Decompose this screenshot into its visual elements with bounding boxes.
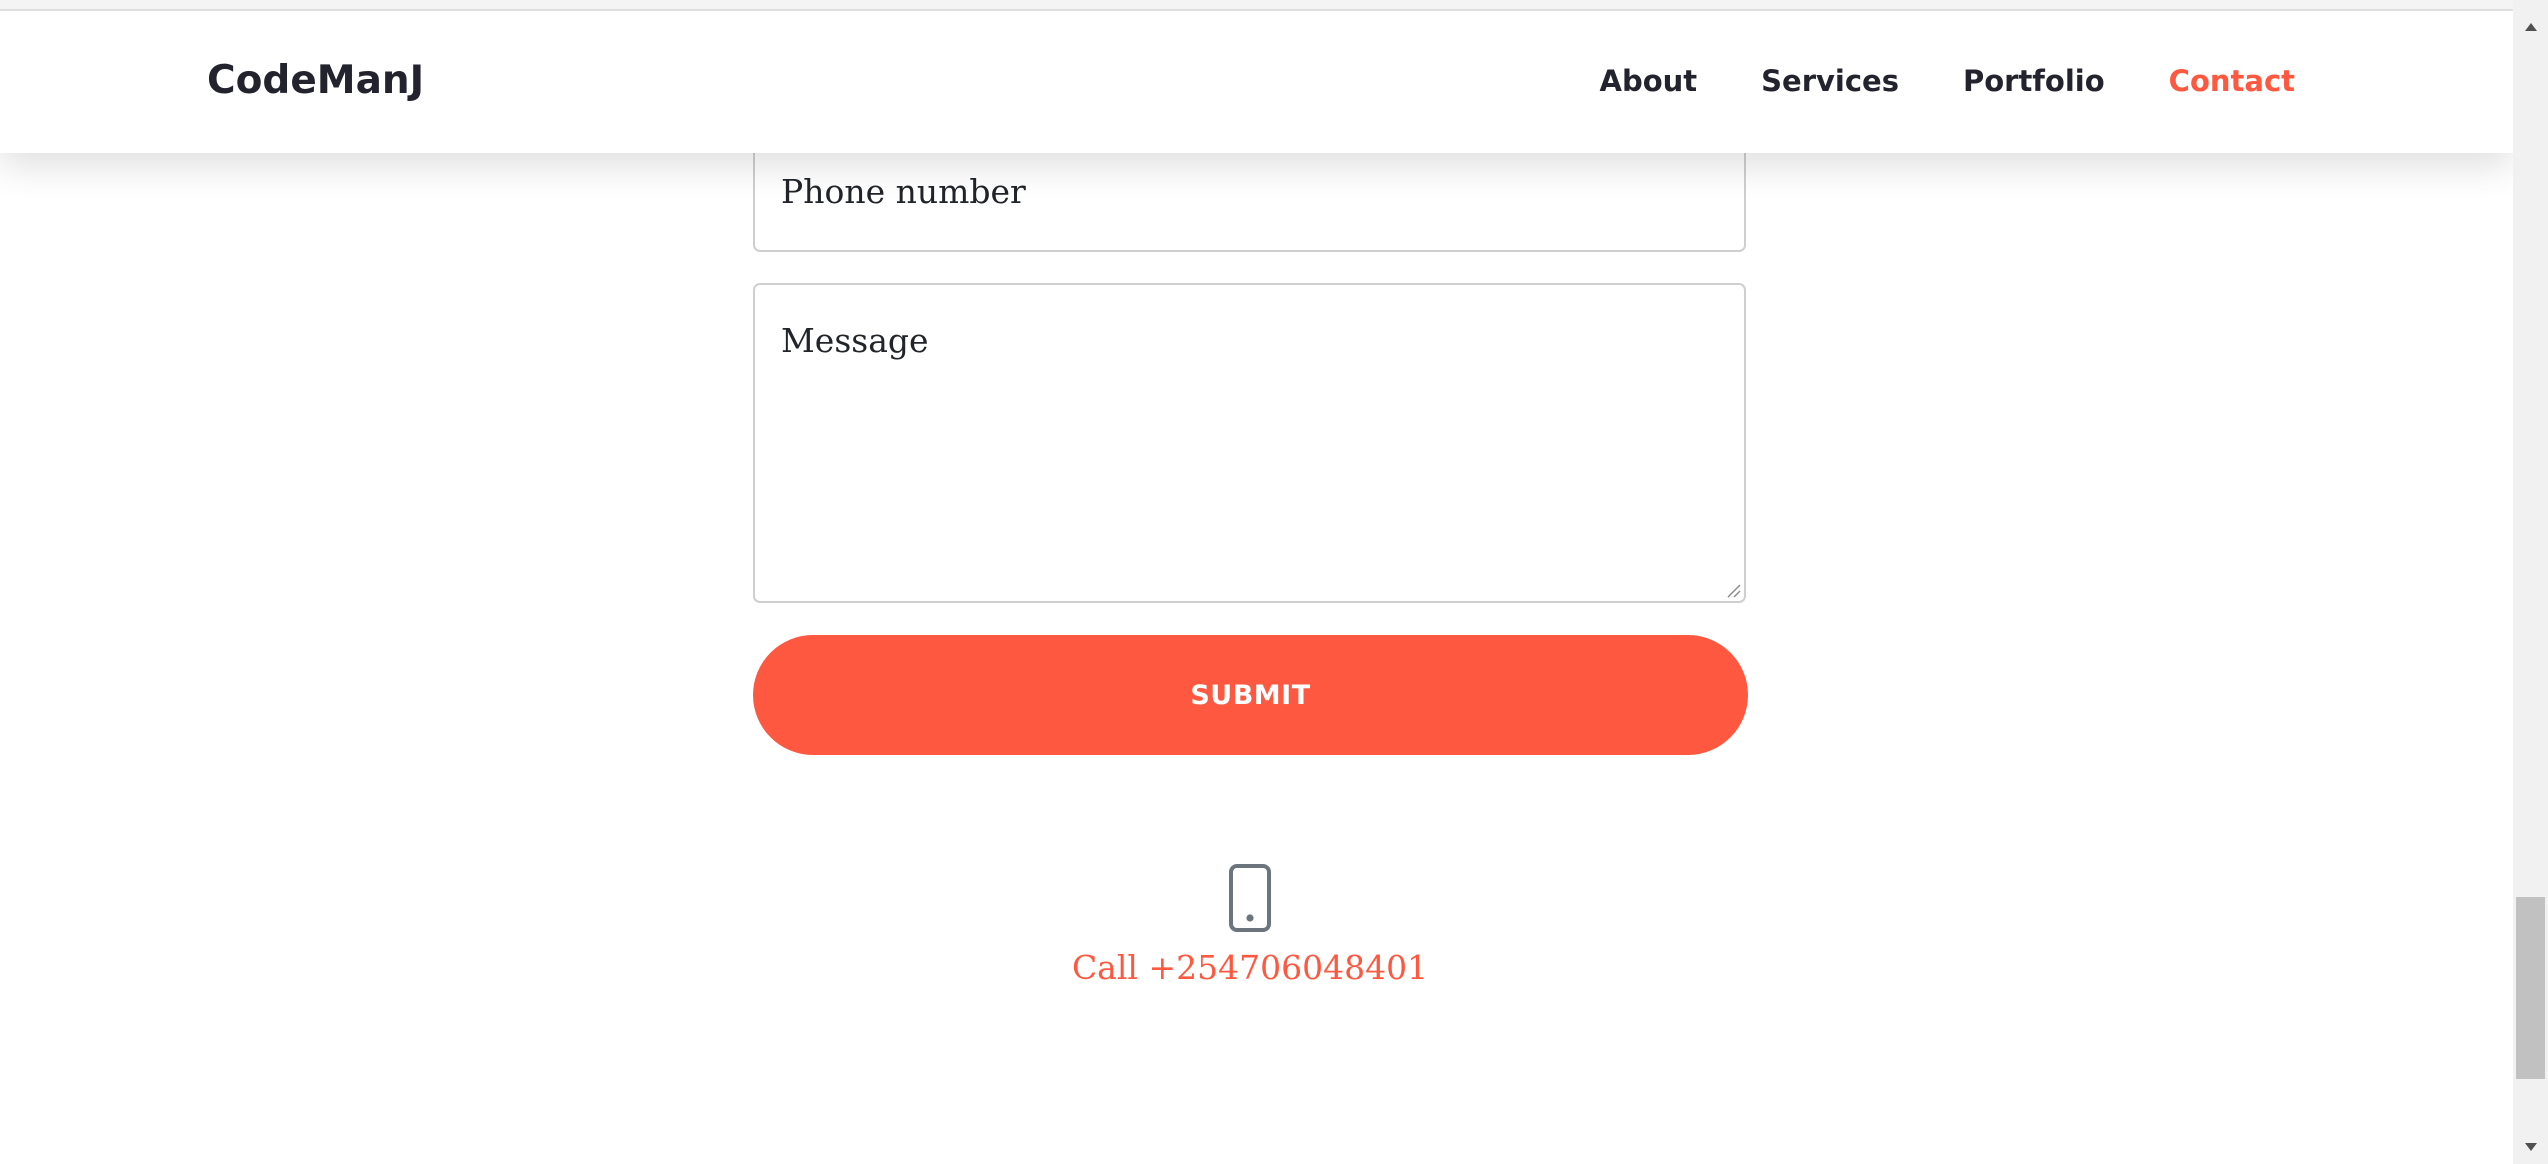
scroll-up-arrow-icon[interactable] bbox=[2513, 10, 2548, 44]
browser-top-edge bbox=[0, 0, 2513, 11]
message-placeholder: Message bbox=[781, 321, 929, 360]
call-phone-link[interactable]: Call +254706048401 bbox=[750, 948, 1750, 987]
navbar: CodeManJ About Services Portfolio Contac… bbox=[0, 11, 2513, 153]
scrollbar-thumb[interactable] bbox=[2516, 897, 2545, 1079]
nav-item-about[interactable]: About bbox=[1600, 64, 1698, 98]
nav-item-portfolio[interactable]: Portfolio bbox=[1963, 64, 2105, 98]
message-field[interactable]: Message bbox=[753, 283, 1746, 603]
phone-number-placeholder: Phone number bbox=[781, 172, 1026, 211]
nav-item-services[interactable]: Services bbox=[1761, 64, 1899, 98]
page: CodeManJ About Services Portfolio Contac… bbox=[0, 0, 2548, 1164]
nav-item-contact[interactable]: Contact bbox=[2169, 64, 2295, 98]
scroll-down-arrow-icon[interactable] bbox=[2513, 1130, 2548, 1164]
brand-logo[interactable]: CodeManJ bbox=[207, 58, 424, 103]
nav-links: About Services Portfolio Contact bbox=[1536, 64, 2296, 98]
mobile-phone-icon bbox=[1229, 864, 1271, 932]
resize-handle-icon[interactable] bbox=[1725, 582, 1741, 598]
submit-button[interactable]: SUBMIT bbox=[753, 635, 1748, 755]
vertical-scrollbar[interactable] bbox=[2513, 0, 2548, 1164]
